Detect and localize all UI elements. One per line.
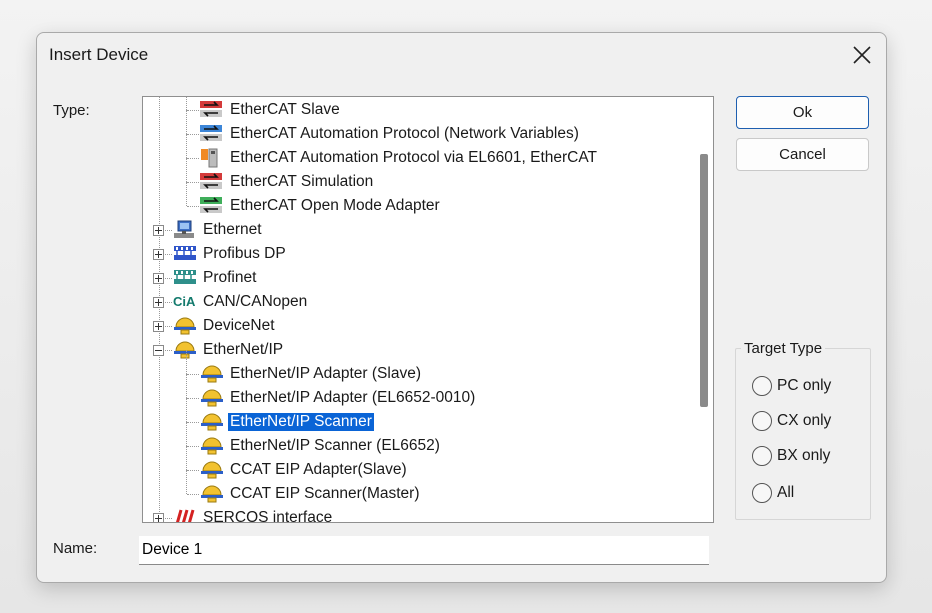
ethercat-automation-icon (200, 124, 222, 144)
tree-item[interactable]: CiA CAN/CANopen (143, 290, 693, 314)
tree-item[interactable]: EtherCAT Automation Protocol (Network Va… (143, 122, 693, 146)
tree-item[interactable]: Profinet (143, 266, 693, 290)
ethernetip-device-icon (200, 484, 223, 504)
radio-circle (752, 376, 772, 396)
el6601-icon (200, 148, 222, 168)
radio-circle (752, 411, 772, 431)
dialog-title: Insert Device (49, 45, 149, 64)
ethernetip-device-icon (200, 460, 223, 480)
radio-circle (752, 446, 772, 466)
tree-item-label: CCAT EIP Scanner(Master) (230, 485, 420, 502)
radio-label: PC only (777, 377, 832, 394)
tree-item-label: CCAT EIP Adapter(Slave) (230, 461, 407, 478)
tree-item[interactable]: EtherCAT Open Mode Adapter (143, 194, 693, 218)
close-button[interactable] (846, 39, 878, 71)
tree-item-label: EtherCAT Simulation (230, 173, 374, 190)
target-type-group: Target Type PC only CX only BX only All (735, 340, 871, 520)
tree-item[interactable]: EtherNet/IP Scanner (EL6652) (143, 434, 693, 458)
profinet-icon (173, 268, 196, 288)
target-type-legend: Target Type (741, 340, 826, 357)
ethernetip-icon (173, 340, 196, 360)
expand-icon[interactable] (153, 297, 164, 308)
tree-item[interactable]: CCAT EIP Adapter(Slave) (143, 458, 693, 482)
expand-icon[interactable] (153, 249, 164, 260)
tree-item-label: CAN/CANopen (203, 293, 308, 310)
expand-icon[interactable] (153, 513, 164, 522)
sercos-icon (173, 508, 195, 522)
scrollbar-thumb[interactable] (700, 154, 708, 407)
expand-icon[interactable] (153, 225, 164, 236)
tree-item-label: EtherNet/IP Scanner (228, 413, 374, 431)
tree-item[interactable]: EtherCAT Simulation (143, 170, 693, 194)
tree-item-label: DeviceNet (203, 317, 275, 334)
name-label: Name: (53, 540, 98, 557)
expand-icon[interactable] (153, 273, 164, 284)
tree-item-label: EtherCAT Open Mode Adapter (230, 197, 440, 214)
device-name-input[interactable] (139, 536, 709, 565)
tree-item[interactable]: EtherCAT Automation Protocol via EL6601,… (143, 146, 693, 170)
tree-item-label: Ethernet (203, 221, 262, 238)
tree-item[interactable]: SERCOS interface (143, 506, 693, 523)
tree-item[interactable]: Profibus DP (143, 242, 693, 266)
tree-item-label: EtherNet/IP Adapter (Slave) (230, 365, 421, 382)
insert-device-dialog: Insert Device Type: EtherCAT Slave EtherC… (36, 32, 887, 583)
ethercat-slave-icon (200, 100, 222, 120)
profibus-icon (173, 244, 196, 264)
cia-icon: CiA (173, 292, 196, 312)
ethernetip-device-icon (200, 388, 223, 408)
tree-item[interactable]: EtherNet/IP (143, 338, 693, 362)
tree-item-label: EtherCAT Slave (230, 101, 340, 118)
ethernetip-device-icon (200, 364, 223, 384)
ethernet-icon (173, 220, 195, 240)
ethernetip-device-icon (200, 412, 223, 432)
ethercat-simulation-icon (200, 172, 222, 192)
close-icon (853, 46, 871, 64)
ok-button[interactable]: Ok (736, 96, 869, 129)
tree-item-label: EtherNet/IP Adapter (EL6652-0010) (230, 389, 476, 406)
tree-item[interactable]: Ethernet (143, 218, 693, 242)
tree-item-label: EtherCAT Automation Protocol via EL6601,… (230, 149, 598, 166)
tree-item-label: EtherNet/IP (203, 341, 284, 358)
tree-item-label: EtherCAT Automation Protocol (Network Va… (230, 125, 579, 142)
tree-item-label: Profinet (203, 269, 257, 286)
tree-item[interactable]: EtherCAT Slave (143, 98, 693, 122)
tree-item[interactable]: EtherNet/IP Adapter (EL6652-0010) (143, 386, 693, 410)
svg-text:CiA: CiA (173, 294, 196, 309)
tree-item[interactable]: EtherNet/IP Scanner (143, 410, 693, 434)
device-type-tree[interactable]: EtherCAT Slave EtherCAT Automation Protoc… (142, 96, 714, 523)
radio-circle (752, 483, 772, 503)
tree-item-label: EtherNet/IP Scanner (EL6652) (230, 437, 440, 454)
tree-item-label: SERCOS interface (203, 509, 333, 523)
devicenet-icon (173, 316, 196, 336)
title-bar: Insert Device (37, 33, 886, 77)
collapse-icon[interactable] (153, 345, 164, 356)
tree-item[interactable]: EtherNet/IP Adapter (Slave) (143, 362, 693, 386)
tree-item[interactable]: DeviceNet (143, 314, 693, 338)
radio-label: BX only (777, 447, 831, 464)
cancel-button[interactable]: Cancel (736, 138, 869, 171)
tree-item[interactable]: CCAT EIP Scanner(Master) (143, 482, 693, 506)
radio-label: All (777, 484, 795, 501)
tree-item-label: Profibus DP (203, 245, 286, 262)
tree-scrollbar[interactable] (693, 97, 713, 522)
ethernetip-device-icon (200, 436, 223, 456)
type-label: Type: (53, 102, 90, 119)
radio-label: CX only (777, 412, 832, 429)
tree-content: EtherCAT Slave EtherCAT Automation Protoc… (143, 97, 693, 523)
ethercat-open-mode-icon (200, 196, 222, 216)
expand-icon[interactable] (153, 321, 164, 332)
